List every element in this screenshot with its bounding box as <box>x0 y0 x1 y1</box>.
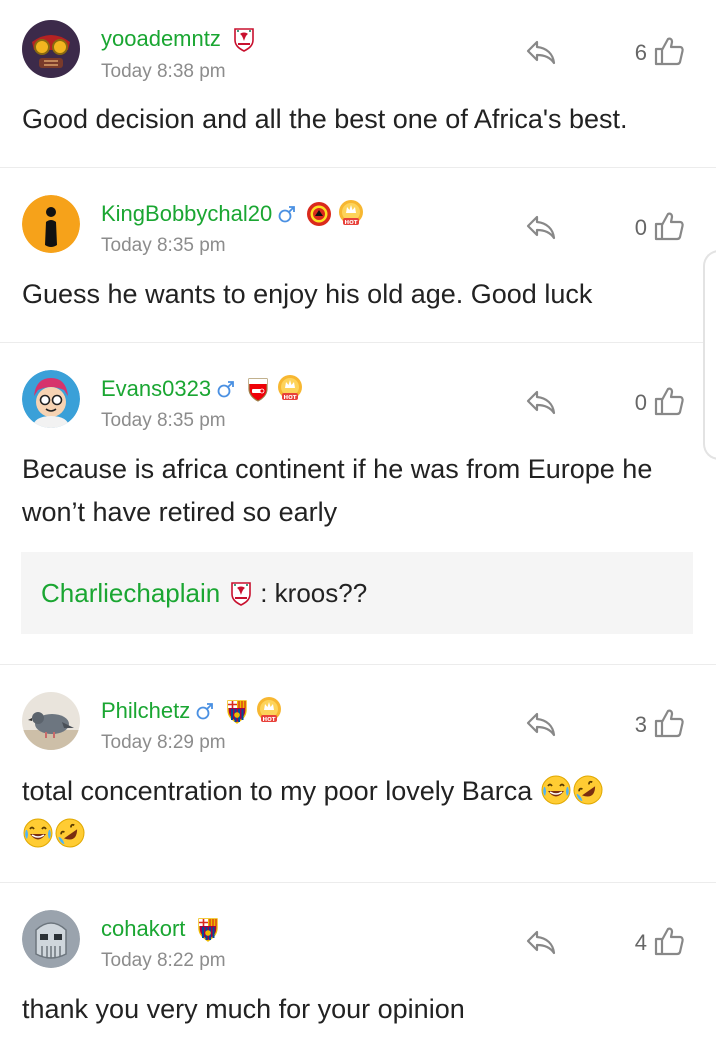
male-symbol-icon <box>278 205 296 223</box>
username[interactable]: Evans0323 <box>101 376 211 402</box>
thumbs-up-icon[interactable] <box>653 707 685 739</box>
like-count: 3 <box>634 712 647 737</box>
hot-crown-icon <box>275 374 305 404</box>
comment-item: Philchetz Today 8:29 pm 3 total concentr… <box>0 665 716 883</box>
reply-arrow-icon[interactable] <box>525 212 557 242</box>
side-panel-handle[interactable] <box>703 250 716 460</box>
timestamp: Today 8:35 pm <box>101 410 226 431</box>
liverpool-badge-icon <box>231 26 257 52</box>
username[interactable]: KingBobbychal20 <box>101 201 272 227</box>
reply-arrow-icon[interactable] <box>525 927 557 957</box>
timestamp: Today 8:35 pm <box>101 235 226 256</box>
comment-text: Guess he wants to enjoy his old age. Goo… <box>22 279 593 309</box>
hot-crown-icon <box>336 199 366 229</box>
liverpool-badge-icon <box>228 580 254 606</box>
comment-item: Evans0323 Today 8:35 pm 0 Because is afr… <box>0 343 716 665</box>
avatar[interactable] <box>22 195 80 253</box>
comment-text: total concentration to my poor lovely Ba… <box>22 770 702 856</box>
username[interactable]: cohakort <box>101 916 185 942</box>
comment-text-content: total concentration to my poor lovely Ba… <box>22 776 533 806</box>
rolling-laughing-emoji <box>54 817 86 849</box>
username[interactable]: Philchetz <box>101 698 190 724</box>
quoted-text: : kroos?? <box>260 577 368 608</box>
hot-crown-icon <box>254 696 284 726</box>
avatar[interactable] <box>22 370 80 428</box>
timestamp: Today 8:29 pm <box>101 732 226 753</box>
thumbs-up-icon[interactable] <box>653 35 685 67</box>
rolling-laughing-emoji <box>572 774 604 806</box>
reply-arrow-icon[interactable] <box>525 387 557 417</box>
timestamp: Today 8:38 pm <box>101 61 226 82</box>
avatar[interactable] <box>22 20 80 78</box>
comment-text: thank you very much for your opinion <box>22 994 465 1024</box>
comment-text: Because is africa continent if he was fr… <box>22 454 653 527</box>
quoted-username[interactable]: Charliechaplain <box>41 578 220 609</box>
reply-arrow-icon[interactable] <box>525 37 557 67</box>
avatar[interactable] <box>22 692 80 750</box>
username[interactable]: yooademntz <box>101 26 221 52</box>
comment-text: Good decision and all the best one of Af… <box>22 104 628 134</box>
reply-arrow-icon[interactable] <box>525 709 557 739</box>
laughing-tears-emoji <box>540 774 572 806</box>
quoted-reply[interactable]: Charliechaplain : kroos?? <box>21 552 693 634</box>
like-count: 6 <box>634 40 647 65</box>
thumbs-up-icon[interactable] <box>653 385 685 417</box>
comment-item: cohakort Today 8:22 pm 4 thank you very … <box>0 883 716 1040</box>
laughing-tears-emoji <box>22 817 54 849</box>
comment-item: KingBobbychal20 Today 8:35 pm 0 Guess he… <box>0 168 716 343</box>
thumbs-up-icon[interactable] <box>653 210 685 242</box>
thumbs-up-icon[interactable] <box>653 925 685 957</box>
barcelona-badge-icon <box>195 916 221 942</box>
like-count: 4 <box>634 930 647 955</box>
arsenal-badge-icon <box>245 376 271 402</box>
avatar[interactable] <box>22 910 80 968</box>
male-symbol-icon <box>217 380 235 398</box>
comment-item: yooademntz Today 8:38 pm 6 Good decision… <box>0 0 716 168</box>
like-count: 0 <box>634 215 647 240</box>
manchester-united-badge-icon <box>306 201 332 227</box>
male-symbol-icon <box>196 702 214 720</box>
timestamp: Today 8:22 pm <box>101 950 226 971</box>
barcelona-badge-icon <box>224 698 250 724</box>
like-count: 0 <box>634 390 647 415</box>
